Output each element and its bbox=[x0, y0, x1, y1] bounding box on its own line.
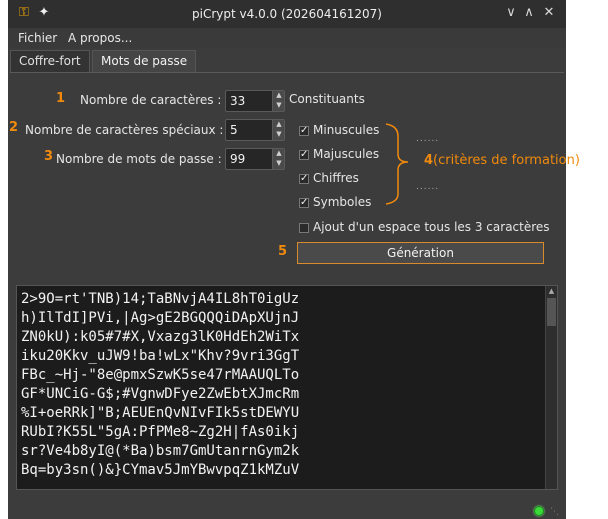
digits-checkbox[interactable] bbox=[299, 174, 309, 184]
lowercase-checkbox[interactable] bbox=[299, 126, 309, 136]
resize-grip-icon[interactable]: ⋱ bbox=[550, 507, 559, 517]
minimize-icon[interactable]: ∨ bbox=[502, 4, 520, 22]
password-output[interactable]: 2>9O=rt'TNB)14;TaBNvjA4IL8hT0igUz h)IlTd… bbox=[16, 285, 558, 490]
space-checkbox[interactable] bbox=[299, 223, 309, 233]
scroll-up-icon[interactable]: ▲ bbox=[546, 286, 557, 297]
spin-arrows[interactable]: ▲ ▼ bbox=[272, 120, 284, 140]
app-window: ⚿ ✦ piCrypt v4.0.0 (202604161207) ∨ ∧ ✕ … bbox=[8, 0, 580, 519]
window-title: piCrypt v4.0.0 (202604161207) bbox=[192, 7, 382, 21]
space-label: Ajout d'un espace tous les 3 caractères bbox=[313, 220, 550, 234]
scroll-thumb[interactable] bbox=[547, 298, 556, 326]
status-bar bbox=[8, 494, 566, 519]
special-chars-spinbox[interactable]: 5 ▲ ▼ bbox=[225, 119, 285, 141]
spin-arrows[interactable]: ▲ ▼ bbox=[272, 149, 284, 169]
maximize-icon[interactable]: ∧ bbox=[520, 4, 538, 22]
status-led-icon bbox=[534, 506, 544, 516]
tab-bar: Coffre-fort Mots de passe bbox=[8, 48, 566, 72]
tab-passwords[interactable]: Mots de passe bbox=[92, 50, 197, 72]
special-chars-value: 5 bbox=[230, 123, 238, 137]
symbols-label: Symboles bbox=[313, 195, 372, 209]
dots-top: ...... bbox=[416, 134, 440, 144]
spin-up-icon[interactable]: ▲ bbox=[274, 120, 284, 129]
chars-label: Nombre de caractères : bbox=[80, 93, 222, 107]
spin-down-icon[interactable]: ▼ bbox=[274, 130, 284, 139]
spin-down-icon[interactable]: ▼ bbox=[274, 101, 284, 110]
spin-down-icon[interactable]: ▼ bbox=[274, 159, 284, 168]
output-scrollbar[interactable]: ▲ bbox=[545, 286, 557, 489]
constituents-title: Constituants bbox=[289, 92, 365, 106]
dots-bottom: ...... bbox=[416, 182, 440, 192]
spin-up-icon[interactable]: ▲ bbox=[274, 149, 284, 158]
special-chars-label: Nombre de caractères spéciaux : bbox=[25, 123, 224, 137]
close-icon[interactable]: ✕ bbox=[540, 4, 558, 22]
chars-spinbox[interactable]: 33 ▲ ▼ bbox=[225, 90, 285, 112]
password-text[interactable]: 2>9O=rt'TNB)14;TaBNvjA4IL8hT0igUz h)IlTd… bbox=[21, 290, 299, 480]
annotation-1: 1 bbox=[56, 91, 66, 106]
tab-vault[interactable]: Coffre-fort bbox=[10, 50, 90, 72]
annotation-4: 4(critères de formation) bbox=[424, 153, 580, 168]
annotation-5: 5 bbox=[278, 244, 288, 259]
password-count-spinbox[interactable]: 99 ▲ ▼ bbox=[225, 148, 285, 170]
digits-label: Chiffres bbox=[313, 171, 359, 185]
uppercase-checkbox[interactable] bbox=[299, 150, 309, 160]
chars-value: 33 bbox=[230, 94, 246, 108]
menu-bar: Fichier A propos... bbox=[8, 28, 566, 48]
uppercase-label: Majuscules bbox=[313, 147, 380, 161]
title-bar: ⚿ ✦ piCrypt v4.0.0 (202604161207) ∨ ∧ ✕ bbox=[8, 0, 566, 28]
annotation-4-text: (critères de formation) bbox=[433, 153, 580, 168]
lowercase-label: Minuscules bbox=[313, 123, 380, 137]
password-count-label: Nombre de mots de passe : bbox=[56, 152, 222, 166]
annotation-3: 3 bbox=[44, 149, 54, 164]
menu-about[interactable]: A propos... bbox=[68, 31, 132, 45]
spin-arrows[interactable]: ▲ ▼ bbox=[272, 91, 284, 111]
annotation-2: 2 bbox=[9, 120, 19, 135]
spin-up-icon[interactable]: ▲ bbox=[274, 91, 284, 100]
symbols-checkbox[interactable] bbox=[299, 198, 309, 208]
menu-file[interactable]: Fichier bbox=[18, 31, 57, 45]
generate-button[interactable]: Génération bbox=[297, 242, 544, 264]
password-count-value: 99 bbox=[230, 152, 246, 166]
